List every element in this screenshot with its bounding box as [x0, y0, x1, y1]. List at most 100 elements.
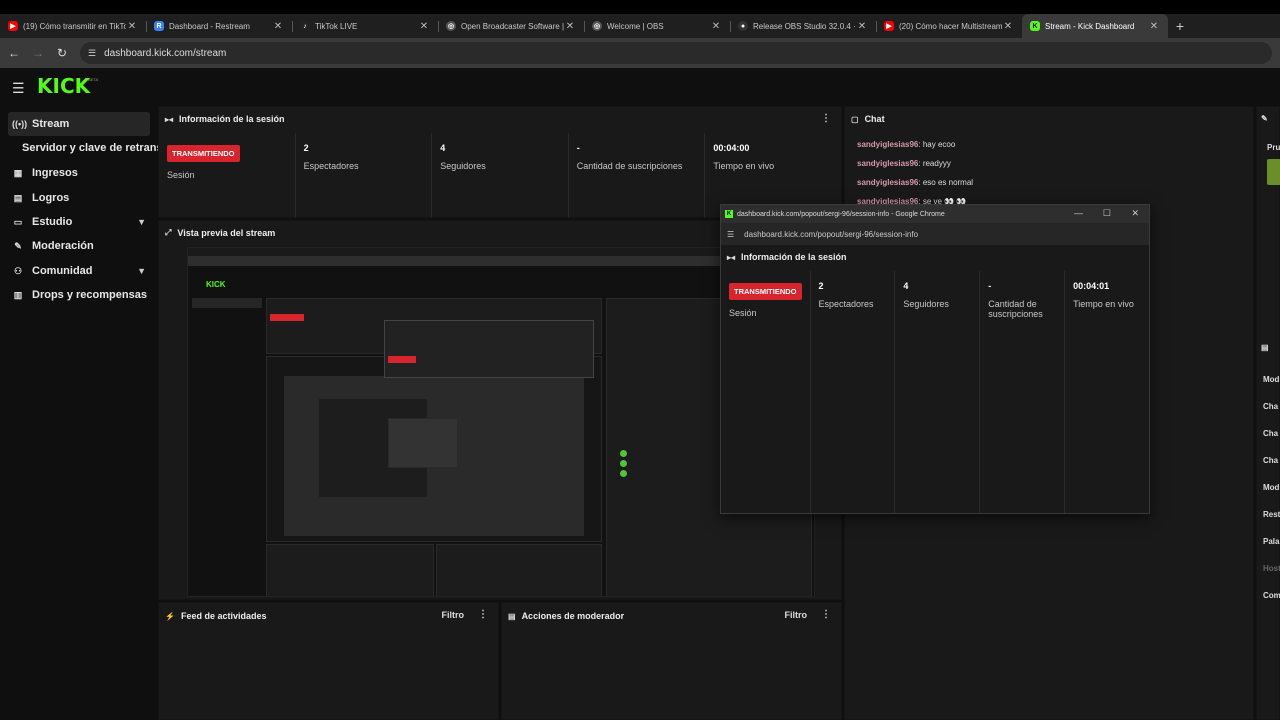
sidebar-item-label: Stream [32, 118, 70, 130]
close-icon[interactable]: ✕ [126, 21, 138, 32]
tab-title: Open Broadcaster Software | O [461, 21, 564, 31]
minimize-icon[interactable]: — [1074, 208, 1083, 218]
right-panel-item[interactable]: Mod [1263, 375, 1279, 384]
sidebar: ((•)) Stream Servidor y clave de retrans… [0, 106, 158, 720]
menu-icon[interactable]: ☰ [12, 80, 25, 97]
site-settings-icon[interactable]: ☰ [727, 230, 734, 239]
right-panel-item[interactable]: Com [1263, 591, 1280, 600]
more-options-icon[interactable]: ⋮ [478, 609, 488, 620]
stat-value: 4 [440, 143, 446, 153]
stat-label: Sesión [729, 308, 757, 318]
stat-label: Seguidores [903, 299, 949, 309]
chat-message: sandyiglesias96: eso es normal [857, 178, 973, 187]
sidebar-item-moderacion[interactable]: ✎ Moderación [8, 234, 150, 258]
broadcast-icon: ▸◂ [165, 114, 174, 124]
tab-title: Dashboard - Restream [169, 21, 250, 31]
stat-value: - [576, 143, 580, 153]
browser-tab[interactable]: ▶ (20) Cómo hacer Multistream g ✕ [876, 14, 1022, 38]
browser-tab-strip: ▶ (19) Cómo transmitir en TikTok ✕ R Das… [0, 0, 1280, 38]
sidebar-item-ingresos[interactable]: ▦ Ingresos [8, 161, 150, 185]
right-panel-item[interactable]: Cha [1263, 429, 1278, 438]
popout-session-panel: ▸◂ Información de la sesión TRANSMITIEND… [721, 245, 1149, 513]
browser-tab[interactable]: ◎ Open Broadcaster Software | O ✕ [438, 14, 584, 38]
obs-icon: ◎ [446, 21, 456, 31]
filter-button[interactable]: Filtro [785, 610, 808, 620]
right-panel-item[interactable]: Cha [1263, 456, 1278, 465]
sidebar-item-label: Comunidad [32, 265, 93, 277]
chat-username[interactable]: sandyiglesias96 [857, 159, 918, 168]
filter-button[interactable]: Filtro [442, 610, 465, 620]
close-icon[interactable]: ✕ [710, 21, 722, 32]
document-icon: ▤ [508, 611, 516, 621]
sidebar-item-drops[interactable]: ▥ Drops y recompensas [8, 283, 150, 307]
stat-value: 4 [903, 281, 909, 291]
chat-text: : eso es normal [918, 178, 974, 187]
popout-window[interactable]: K dashboard.kick.com/popout/sergi-96/ses… [720, 204, 1150, 514]
more-options-icon[interactable]: ⋮ [821, 113, 831, 124]
thumbnail-image[interactable] [1267, 159, 1280, 185]
chat-username[interactable]: sandyiglesias96 [857, 178, 918, 187]
panel-title: Información de la sesión [741, 252, 847, 262]
close-icon[interactable]: ✕ [856, 21, 868, 32]
new-tab-button[interactable]: + [1168, 14, 1192, 38]
chevron-down-icon[interactable]: ▼ [137, 217, 146, 227]
stat-value: 00:04:00 [713, 143, 750, 153]
more-options-icon[interactable]: ⋮ [821, 609, 831, 620]
kick-logo[interactable]: KICK [37, 74, 90, 98]
stat-viewers: 2 Espectadores [811, 271, 896, 513]
reload-icon[interactable]: ↻ [50, 46, 74, 60]
stat-session: TRANSMITIENDO Sesión [721, 271, 811, 513]
sidebar-item-logros[interactable]: ▤ Logros [8, 186, 150, 210]
sidebar-item-label: Drops y recompensas [32, 289, 147, 301]
trophy-icon: ▤ [13, 192, 23, 203]
tab-title: TikTok LIVE [315, 21, 358, 31]
sidebar-item-label: Servidor y clave de retransm [22, 142, 158, 154]
close-icon[interactable]: ✕ [564, 21, 576, 32]
stat-subs: - Cantidad de suscripciones [569, 133, 706, 217]
sidebar-item-stream[interactable]: ((•)) Stream [8, 112, 150, 136]
browser-tab-active[interactable]: K Stream - Kick Dashboard ✕ [1022, 14, 1168, 38]
sidebar-item-comunidad[interactable]: ⚇ Comunidad ▼ [8, 259, 150, 283]
stat-label: Cantidad de suscripciones [576, 161, 683, 171]
popout-titlebar[interactable]: K dashboard.kick.com/popout/sergi-96/ses… [721, 205, 1149, 223]
right-panel-item[interactable]: Pala [1263, 537, 1279, 546]
right-panel-item[interactable]: Mod [1263, 483, 1279, 492]
panel-header: ⚡ Feed de actividades Filtro ⋮ [159, 603, 498, 629]
maximize-icon[interactable]: ☐ [1103, 208, 1111, 219]
browser-tab[interactable]: ◎ Welcome | OBS ✕ [584, 14, 730, 38]
right-panel-item[interactable]: Cha [1263, 402, 1278, 411]
panel-title: Vista previa del stream [177, 228, 276, 238]
sidebar-item-label: Moderación [32, 240, 94, 252]
tab-title: Release OBS Studio 32.0.4 · obs [753, 21, 856, 31]
right-panel-item[interactable]: Rest [1263, 510, 1280, 519]
sidebar-item-server-key[interactable]: Servidor y clave de retransm [8, 136, 158, 160]
site-settings-icon[interactable]: ☰ [88, 48, 96, 59]
close-icon[interactable]: ✕ [1148, 21, 1160, 32]
close-icon[interactable]: ✕ [418, 21, 430, 32]
youtube-icon: ▶ [8, 21, 18, 31]
url-field[interactable]: ☰ dashboard.kick.com/stream [80, 42, 1272, 64]
right-panel-item: Host [1263, 564, 1280, 573]
moderator-actions-panel: ▤ Acciones de moderador Filtro ⋮ [501, 602, 842, 720]
close-icon[interactable]: ✕ [1002, 21, 1014, 32]
kick-icon: K [725, 210, 733, 218]
stat-value: 2 [818, 281, 824, 291]
sidebar-item-label: Estudio [32, 216, 73, 228]
chat-username[interactable]: sandyiglesias96 [857, 140, 918, 149]
back-icon[interactable]: ← [2, 46, 26, 60]
sidebar-item-estudio[interactable]: ▭ Estudio ▼ [8, 210, 150, 234]
browser-tab[interactable]: ● Release OBS Studio 32.0.4 · obs ✕ [730, 14, 876, 38]
chat-icon: ▢ [851, 114, 859, 124]
chevron-down-icon[interactable]: ▼ [137, 266, 146, 276]
preview-deep-block [388, 418, 458, 468]
live-status-badge: TRANSMITIENDO [167, 145, 240, 162]
browser-tab[interactable]: ♪ TikTok LIVE ✕ [292, 14, 438, 38]
popout-url-bar[interactable]: ☰ dashboard.kick.com/popout/sergi-96/ses… [721, 223, 1149, 245]
panel-header: ▸◂ Información de la sesión [721, 245, 1149, 269]
forward-icon[interactable]: → [26, 46, 50, 60]
close-icon[interactable]: ✕ [1131, 208, 1139, 219]
browser-tab[interactable]: ▶ (19) Cómo transmitir en TikTok ✕ [0, 14, 146, 38]
tab-title: (19) Cómo transmitir en TikTok [23, 21, 126, 31]
browser-tab[interactable]: R Dashboard - Restream ✕ [146, 14, 292, 38]
close-icon[interactable]: ✕ [272, 21, 284, 32]
